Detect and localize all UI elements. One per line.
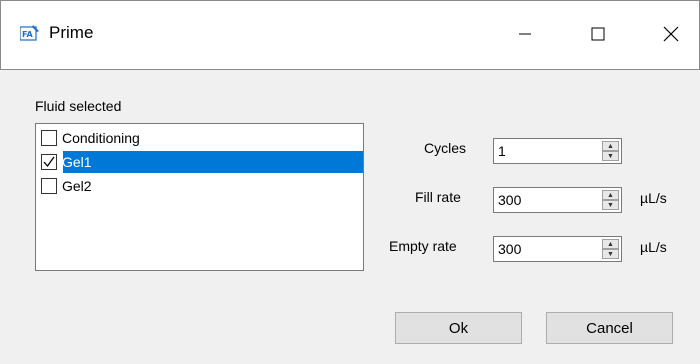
list-item-gel1[interactable]: Gel1: [37, 151, 362, 173]
maximize-icon: [591, 27, 605, 46]
window-title: Prime: [49, 23, 94, 42]
empty-rate-spin-arrows[interactable]: ▲ ▼: [602, 239, 619, 259]
fill-rate-spinner[interactable]: 300 ▲ ▼: [493, 187, 622, 213]
title-bar[interactable]: FA Prime: [0, 0, 700, 70]
ok-button[interactable]: Ok: [395, 312, 522, 344]
minimize-button[interactable]: [491, 1, 559, 71]
svg-text:FA: FA: [22, 30, 34, 39]
spin-up-icon[interactable]: ▲: [602, 141, 619, 151]
fluid-selected-label: Fluid selected: [35, 98, 122, 114]
checkmark-icon: [43, 156, 55, 168]
close-icon: [663, 26, 679, 47]
cycles-value: 1: [498, 143, 506, 159]
list-item-gel2[interactable]: Gel2: [37, 175, 362, 197]
empty-rate-unit: µL/s: [640, 239, 667, 255]
close-button[interactable]: [637, 1, 700, 71]
checkbox-conditioning[interactable]: [41, 130, 57, 146]
empty-rate-spinner[interactable]: 300 ▲ ▼: [493, 236, 622, 262]
fill-rate-spin-arrows[interactable]: ▲ ▼: [602, 190, 619, 210]
fill-rate-value: 300: [498, 192, 522, 208]
spin-down-icon[interactable]: ▼: [602, 151, 619, 161]
list-item-conditioning[interactable]: Conditioning: [37, 127, 362, 149]
fill-rate-unit: µL/s: [640, 190, 667, 206]
cancel-button[interactable]: Cancel: [546, 312, 673, 344]
cycles-spinner[interactable]: 1 ▲ ▼: [493, 138, 622, 164]
app-fa-icon: FA: [19, 25, 40, 43]
maximize-button[interactable]: [564, 1, 632, 71]
minimize-icon: [518, 27, 532, 46]
list-item-label: Gel1: [62, 154, 92, 170]
fluid-checklist[interactable]: Conditioning Gel1 Gel2: [35, 123, 364, 271]
checkbox-gel2[interactable]: [41, 178, 57, 194]
list-item-label: Conditioning: [62, 130, 140, 146]
spin-up-icon[interactable]: ▲: [602, 239, 619, 249]
spin-down-icon[interactable]: ▼: [602, 200, 619, 210]
empty-rate-label: Empty rate: [389, 238, 457, 254]
fill-rate-label: Fill rate: [415, 189, 461, 205]
spin-down-icon[interactable]: ▼: [602, 249, 619, 259]
checkbox-gel1[interactable]: [41, 154, 57, 170]
list-item-label: Gel2: [62, 178, 92, 194]
empty-rate-value: 300: [498, 241, 522, 257]
cycles-spin-arrows[interactable]: ▲ ▼: [602, 141, 619, 161]
cycles-label: Cycles: [424, 140, 467, 156]
spin-up-icon[interactable]: ▲: [602, 190, 619, 200]
